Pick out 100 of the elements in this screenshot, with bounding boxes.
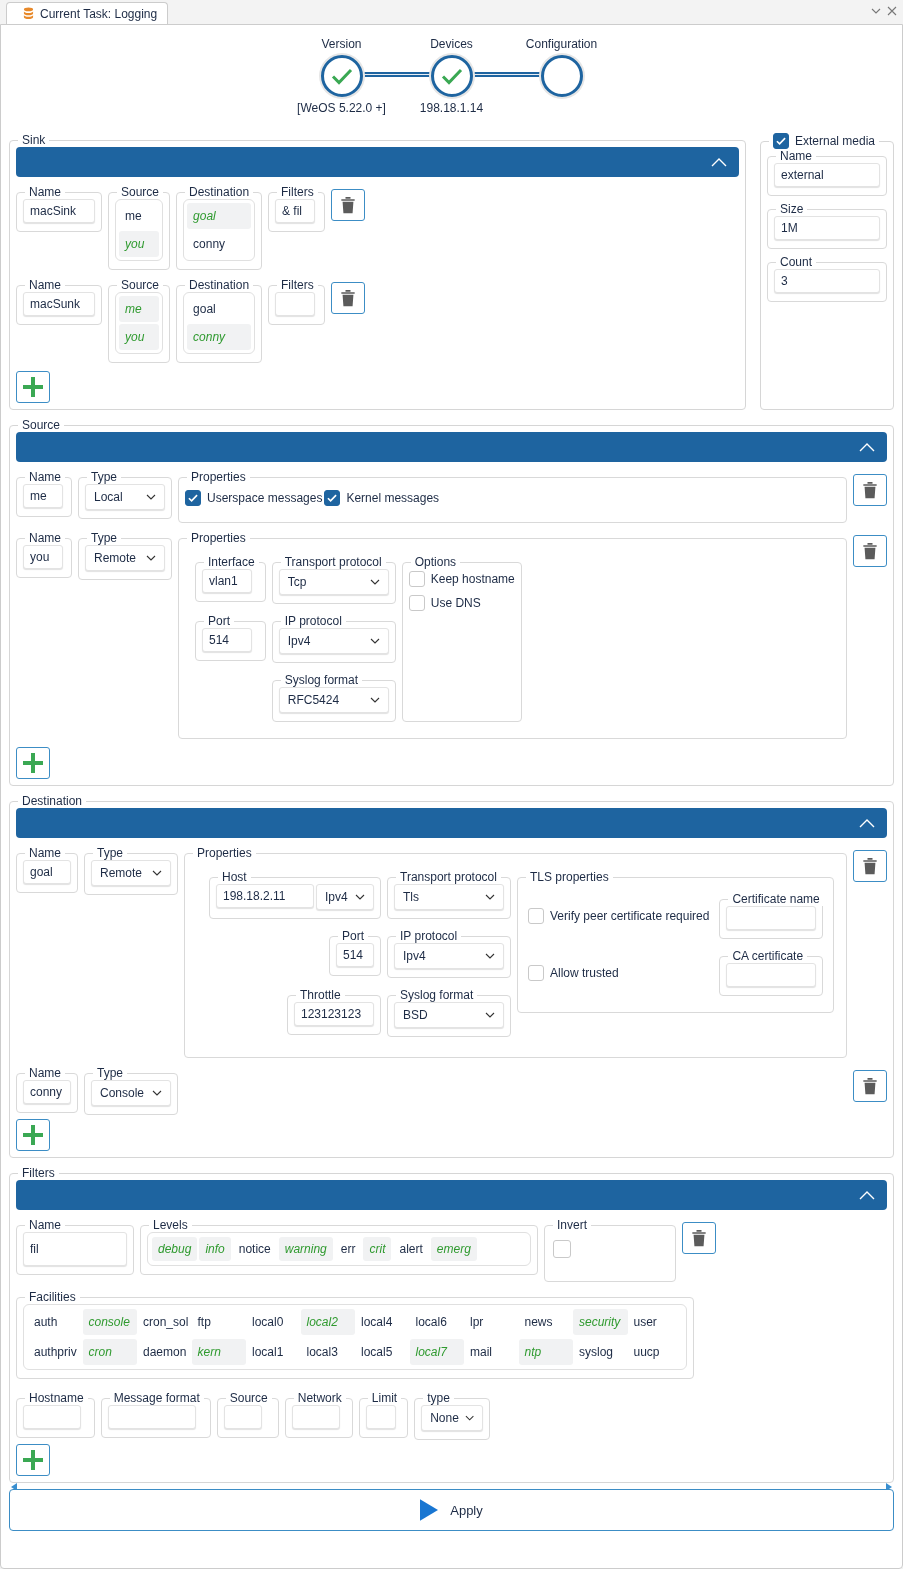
add-button[interactable] <box>16 1444 50 1476</box>
field-label: Destination <box>188 185 251 199</box>
plus-icon <box>21 375 45 399</box>
facility-option[interactable]: syslog <box>573 1339 628 1365</box>
type-dropdown[interactable]: None <box>421 1405 484 1431</box>
facility-option[interactable]: local3 <box>300 1339 355 1365</box>
syslog-format-dropdown[interactable]: RFC5424 <box>278 687 389 713</box>
level-option[interactable]: err <box>334 1237 362 1261</box>
facility-option[interactable]: auth <box>28 1309 83 1335</box>
plus-icon <box>21 751 45 775</box>
level-option[interactable]: alert <box>393 1237 429 1261</box>
name-field[interactable]: me <box>23 484 63 508</box>
checkbox[interactable] <box>185 490 201 506</box>
delete-button[interactable] <box>853 474 887 506</box>
throttle-field[interactable]: 123123123 <box>294 1002 374 1026</box>
add-button[interactable] <box>16 747 50 779</box>
facility-option[interactable]: ftp <box>191 1309 246 1335</box>
name-field[interactable]: conny <box>23 1080 71 1104</box>
port-field[interactable]: 514 <box>336 943 374 967</box>
interface-field[interactable]: vlan1 <box>202 569 252 593</box>
name-field[interactable]: macSink <box>23 199 95 223</box>
checkbox[interactable] <box>324 490 341 506</box>
field-label: Filters <box>280 185 315 199</box>
facility-option[interactable]: cron_sol <box>137 1309 192 1335</box>
filters-field[interactable] <box>275 292 316 316</box>
name-field[interactable]: macSunk <box>23 292 95 316</box>
type-dropdown[interactable]: Console <box>91 1080 171 1106</box>
field-label: Port <box>341 929 365 943</box>
name-field[interactable]: fil <box>23 1232 127 1266</box>
facility-option[interactable]: daemon <box>137 1339 192 1365</box>
delete-button[interactable] <box>853 1070 887 1102</box>
port-field[interactable]: 514 <box>202 628 252 652</box>
host-field[interactable]: 198.18.2.11 <box>216 884 314 908</box>
transport-dropdown[interactable]: Tcp <box>278 569 389 595</box>
syslog-format-dropdown[interactable]: BSD <box>394 1002 504 1028</box>
facility-option[interactable]: news <box>518 1309 573 1335</box>
text-field[interactable] <box>23 1405 81 1429</box>
delete-button[interactable] <box>682 1222 716 1254</box>
close-icon[interactable] <box>887 6 897 16</box>
chevron-down-icon <box>369 638 380 644</box>
field-label: Invert <box>556 1218 588 1232</box>
plus-icon <box>21 1123 45 1147</box>
trash-icon <box>689 1227 709 1249</box>
text-field[interactable] <box>291 1405 340 1429</box>
delete-button[interactable] <box>853 535 887 567</box>
field-label: Properties <box>190 470 247 484</box>
facility-option[interactable]: local1 <box>246 1339 301 1365</box>
list-item[interactable]: goal <box>187 296 252 322</box>
checkbox[interactable] <box>773 133 789 149</box>
ip-version-dropdown[interactable]: Ipv4 <box>316 884 374 910</box>
field-label: Interface <box>207 555 256 569</box>
text-field[interactable] <box>365 1405 396 1429</box>
type-dropdown[interactable]: Remote <box>91 860 171 886</box>
name-field[interactable]: you <box>23 545 63 569</box>
checkbox-label: Verify peer certificate required <box>550 908 710 923</box>
chevron-down-icon <box>355 894 365 900</box>
delete-button[interactable] <box>330 282 365 314</box>
facility-option[interactable]: local0 <box>246 1309 301 1335</box>
filters-field[interactable]: & fil <box>275 199 316 223</box>
ip-protocol-dropdown[interactable]: Ipv4 <box>278 628 389 654</box>
section-title: Destination <box>21 794 84 808</box>
facility-option[interactable]: local5 <box>355 1339 410 1365</box>
facility-option[interactable]: uucp <box>627 1339 682 1365</box>
plus-icon <box>21 1448 45 1472</box>
chevron-icon <box>711 157 727 167</box>
text-field[interactable] <box>223 1405 262 1429</box>
chevron-down-icon <box>369 697 380 703</box>
add-button[interactable] <box>16 371 50 403</box>
field-label: Transport protocol <box>283 555 383 569</box>
facility-option[interactable]: authpriv <box>28 1339 83 1365</box>
facility-option[interactable]: user <box>627 1309 682 1335</box>
delete-button[interactable] <box>330 189 365 221</box>
text-field[interactable]: 3 <box>774 269 880 293</box>
chevron-down-icon <box>152 1090 162 1096</box>
facility-option[interactable]: local6 <box>409 1309 464 1335</box>
facility-option[interactable]: local4 <box>355 1309 410 1335</box>
text-field[interactable] <box>107 1405 196 1429</box>
step-label: Configuration <box>525 37 598 51</box>
level-option[interactable]: notice <box>232 1237 277 1261</box>
type-dropdown[interactable]: Local <box>85 484 165 510</box>
add-button[interactable] <box>16 1119 50 1151</box>
list-item[interactable]: conny <box>187 231 252 257</box>
field-label: Name <box>28 846 62 860</box>
text-field[interactable]: external <box>774 163 880 187</box>
list-item[interactable]: me <box>119 203 159 229</box>
task-tab[interactable]: Current Task: Logging <box>6 2 169 24</box>
name-field[interactable]: goal <box>23 860 71 884</box>
certificate-name-field[interactable] <box>726 906 817 930</box>
ip-protocol-dropdown[interactable]: Ipv4 <box>394 943 504 969</box>
type-dropdown[interactable]: Remote <box>85 545 165 571</box>
ca-certificate-field[interactable] <box>726 963 817 987</box>
field-label: type <box>426 1391 451 1405</box>
transport-dropdown[interactable]: Tls <box>394 884 504 910</box>
text-field[interactable]: 1M <box>774 216 880 240</box>
delete-button[interactable] <box>853 850 887 882</box>
facility-option[interactable]: lpr <box>464 1309 519 1335</box>
apply-button[interactable]: Apply <box>9 1489 894 1531</box>
facility-option[interactable]: mail <box>464 1339 519 1365</box>
chevron-icon <box>859 818 875 828</box>
chevron-down-icon[interactable] <box>871 8 881 14</box>
